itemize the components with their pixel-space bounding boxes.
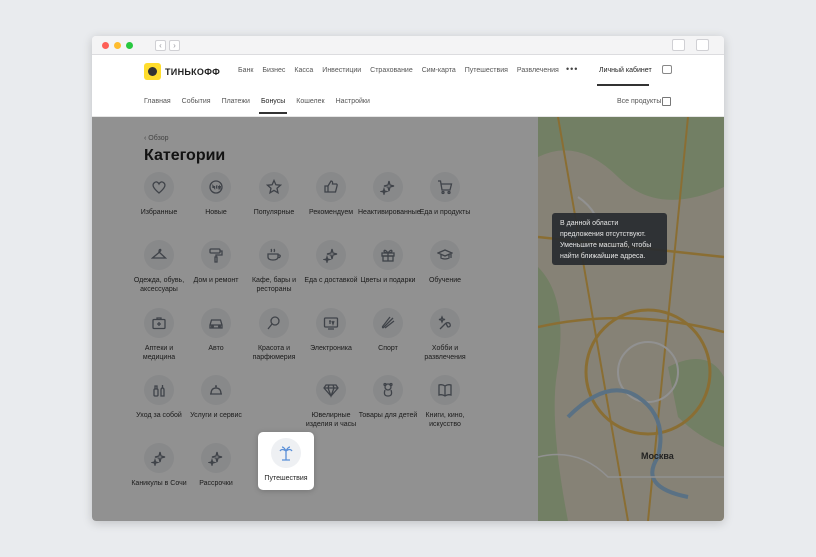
close-window-button[interactable]: [102, 42, 109, 49]
subnav-item-home[interactable]: Главная: [144, 98, 171, 105]
nav-item-bank[interactable]: Банк: [238, 67, 253, 74]
nav-item-kassa[interactable]: Касса: [294, 67, 313, 74]
subnav-item-wallet[interactable]: Кошелек: [296, 98, 324, 105]
minimize-window-button[interactable]: [114, 42, 121, 49]
forward-button[interactable]: ›: [169, 40, 180, 51]
subnav-item-payments[interactable]: Платежи: [222, 98, 250, 105]
subnav-item-bonuses[interactable]: Бонусы: [258, 98, 288, 114]
map-tooltip: В данной области предложения отсутствуют…: [552, 213, 667, 265]
category-label: Путешествия: [264, 475, 308, 482]
subnav-item-events[interactable]: События: [182, 98, 211, 105]
back-button[interactable]: ‹: [155, 40, 166, 51]
category-travel-highlighted[interactable]: Путешествия: [258, 432, 314, 490]
content: ‹ Обзор Категории Избранные Новые Популярн…: [92, 117, 724, 521]
modal-overlay: [92, 117, 724, 521]
subnav-item-settings[interactable]: Настройки: [336, 98, 370, 105]
nav-item-sim[interactable]: Сим-карта: [422, 67, 456, 74]
nav-item-investments[interactable]: Инвестиции: [322, 67, 361, 74]
sub-nav: Главная События Платежи Бонусы Кошелек Н…: [144, 98, 381, 114]
tabs-icon[interactable]: [696, 39, 709, 51]
page: ТИНЬКОФФ Банк Бизнес Касса Инвестиции Ст…: [92, 55, 724, 521]
user-icon[interactable]: [662, 65, 672, 74]
cabinet-active-underline: [597, 84, 649, 86]
personal-cabinet-link[interactable]: Личный кабинет: [599, 67, 652, 74]
logo-text: ТИНЬКОФФ: [165, 66, 221, 77]
logo-shield-icon: [144, 63, 161, 80]
nav-item-travel[interactable]: Путешествия: [465, 67, 508, 74]
site-header: ТИНЬКОФФ Банк Бизнес Касса Инвестиции Ст…: [92, 55, 724, 117]
more-menu-button[interactable]: •••: [566, 64, 578, 74]
nav-item-business[interactable]: Бизнес: [262, 67, 285, 74]
browser-window: ‹ › ТИНЬКОФФ Банк Бизнес Касса Инвестици…: [92, 36, 724, 521]
browser-chrome: ‹ ›: [92, 36, 724, 55]
share-icon[interactable]: [672, 39, 685, 51]
maximize-window-button[interactable]: [126, 42, 133, 49]
qr-icon[interactable]: [662, 97, 671, 106]
all-products-link[interactable]: Все продукты: [617, 98, 661, 105]
nav-item-entertainment[interactable]: Развлечения: [517, 67, 559, 74]
logo[interactable]: ТИНЬКОФФ: [144, 63, 220, 80]
top-nav: Банк Бизнес Касса Инвестиции Страхование…: [238, 67, 568, 74]
map-city-label: Москва: [641, 451, 674, 461]
nav-item-insurance[interactable]: Страхование: [370, 67, 413, 74]
palm-tree-icon: [271, 438, 301, 468]
